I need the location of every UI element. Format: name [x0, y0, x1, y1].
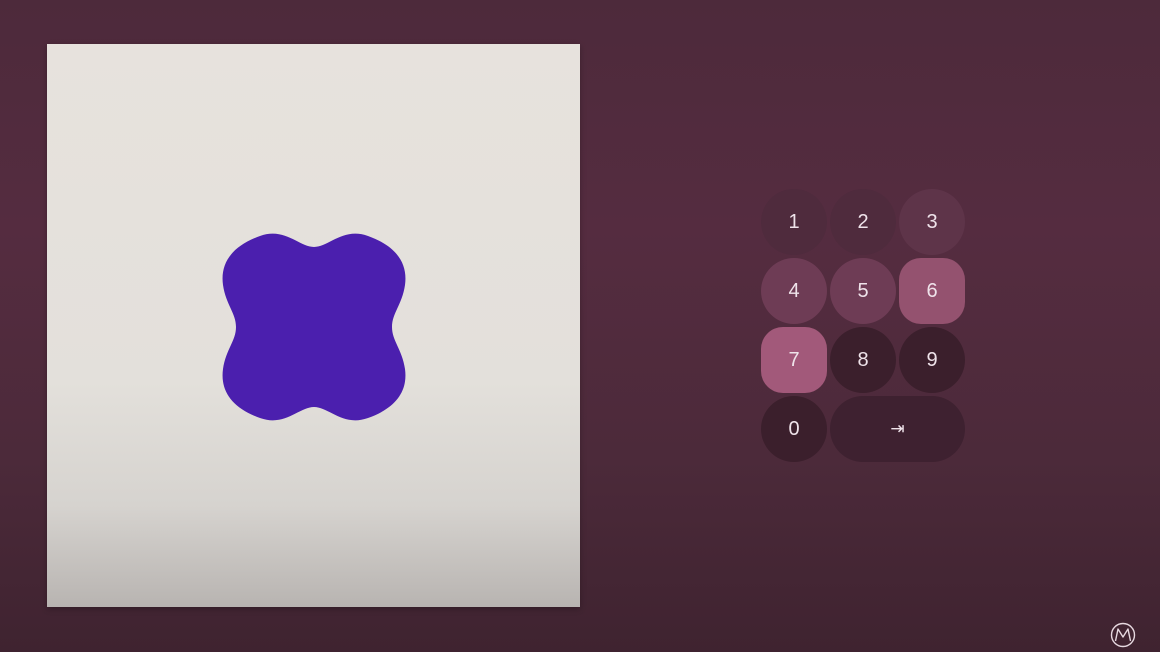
- key-0[interactable]: 0: [761, 396, 827, 462]
- key-3[interactable]: 3: [899, 189, 965, 255]
- key-6[interactable]: 6: [899, 258, 965, 324]
- key-8[interactable]: 8: [830, 327, 896, 393]
- canvas-panel: [47, 44, 580, 607]
- four-lobed-blob-shape: [220, 233, 408, 421]
- key-5[interactable]: 5: [830, 258, 896, 324]
- key-9[interactable]: 9: [899, 327, 965, 393]
- tab-arrow-icon: ⇥: [890, 419, 905, 438]
- app-screen: { "canvas": { "background_color": "#e5e1…: [0, 0, 1160, 652]
- number-keypad: 1 2 3 4 5 6 7 8 9 0 ⇥: [761, 189, 967, 463]
- key-7[interactable]: 7: [761, 327, 827, 393]
- enter-key[interactable]: ⇥: [830, 396, 965, 462]
- m-circle-logo-icon: [1110, 622, 1136, 648]
- key-2[interactable]: 2: [830, 189, 896, 255]
- key-4[interactable]: 4: [761, 258, 827, 324]
- key-1[interactable]: 1: [761, 189, 827, 255]
